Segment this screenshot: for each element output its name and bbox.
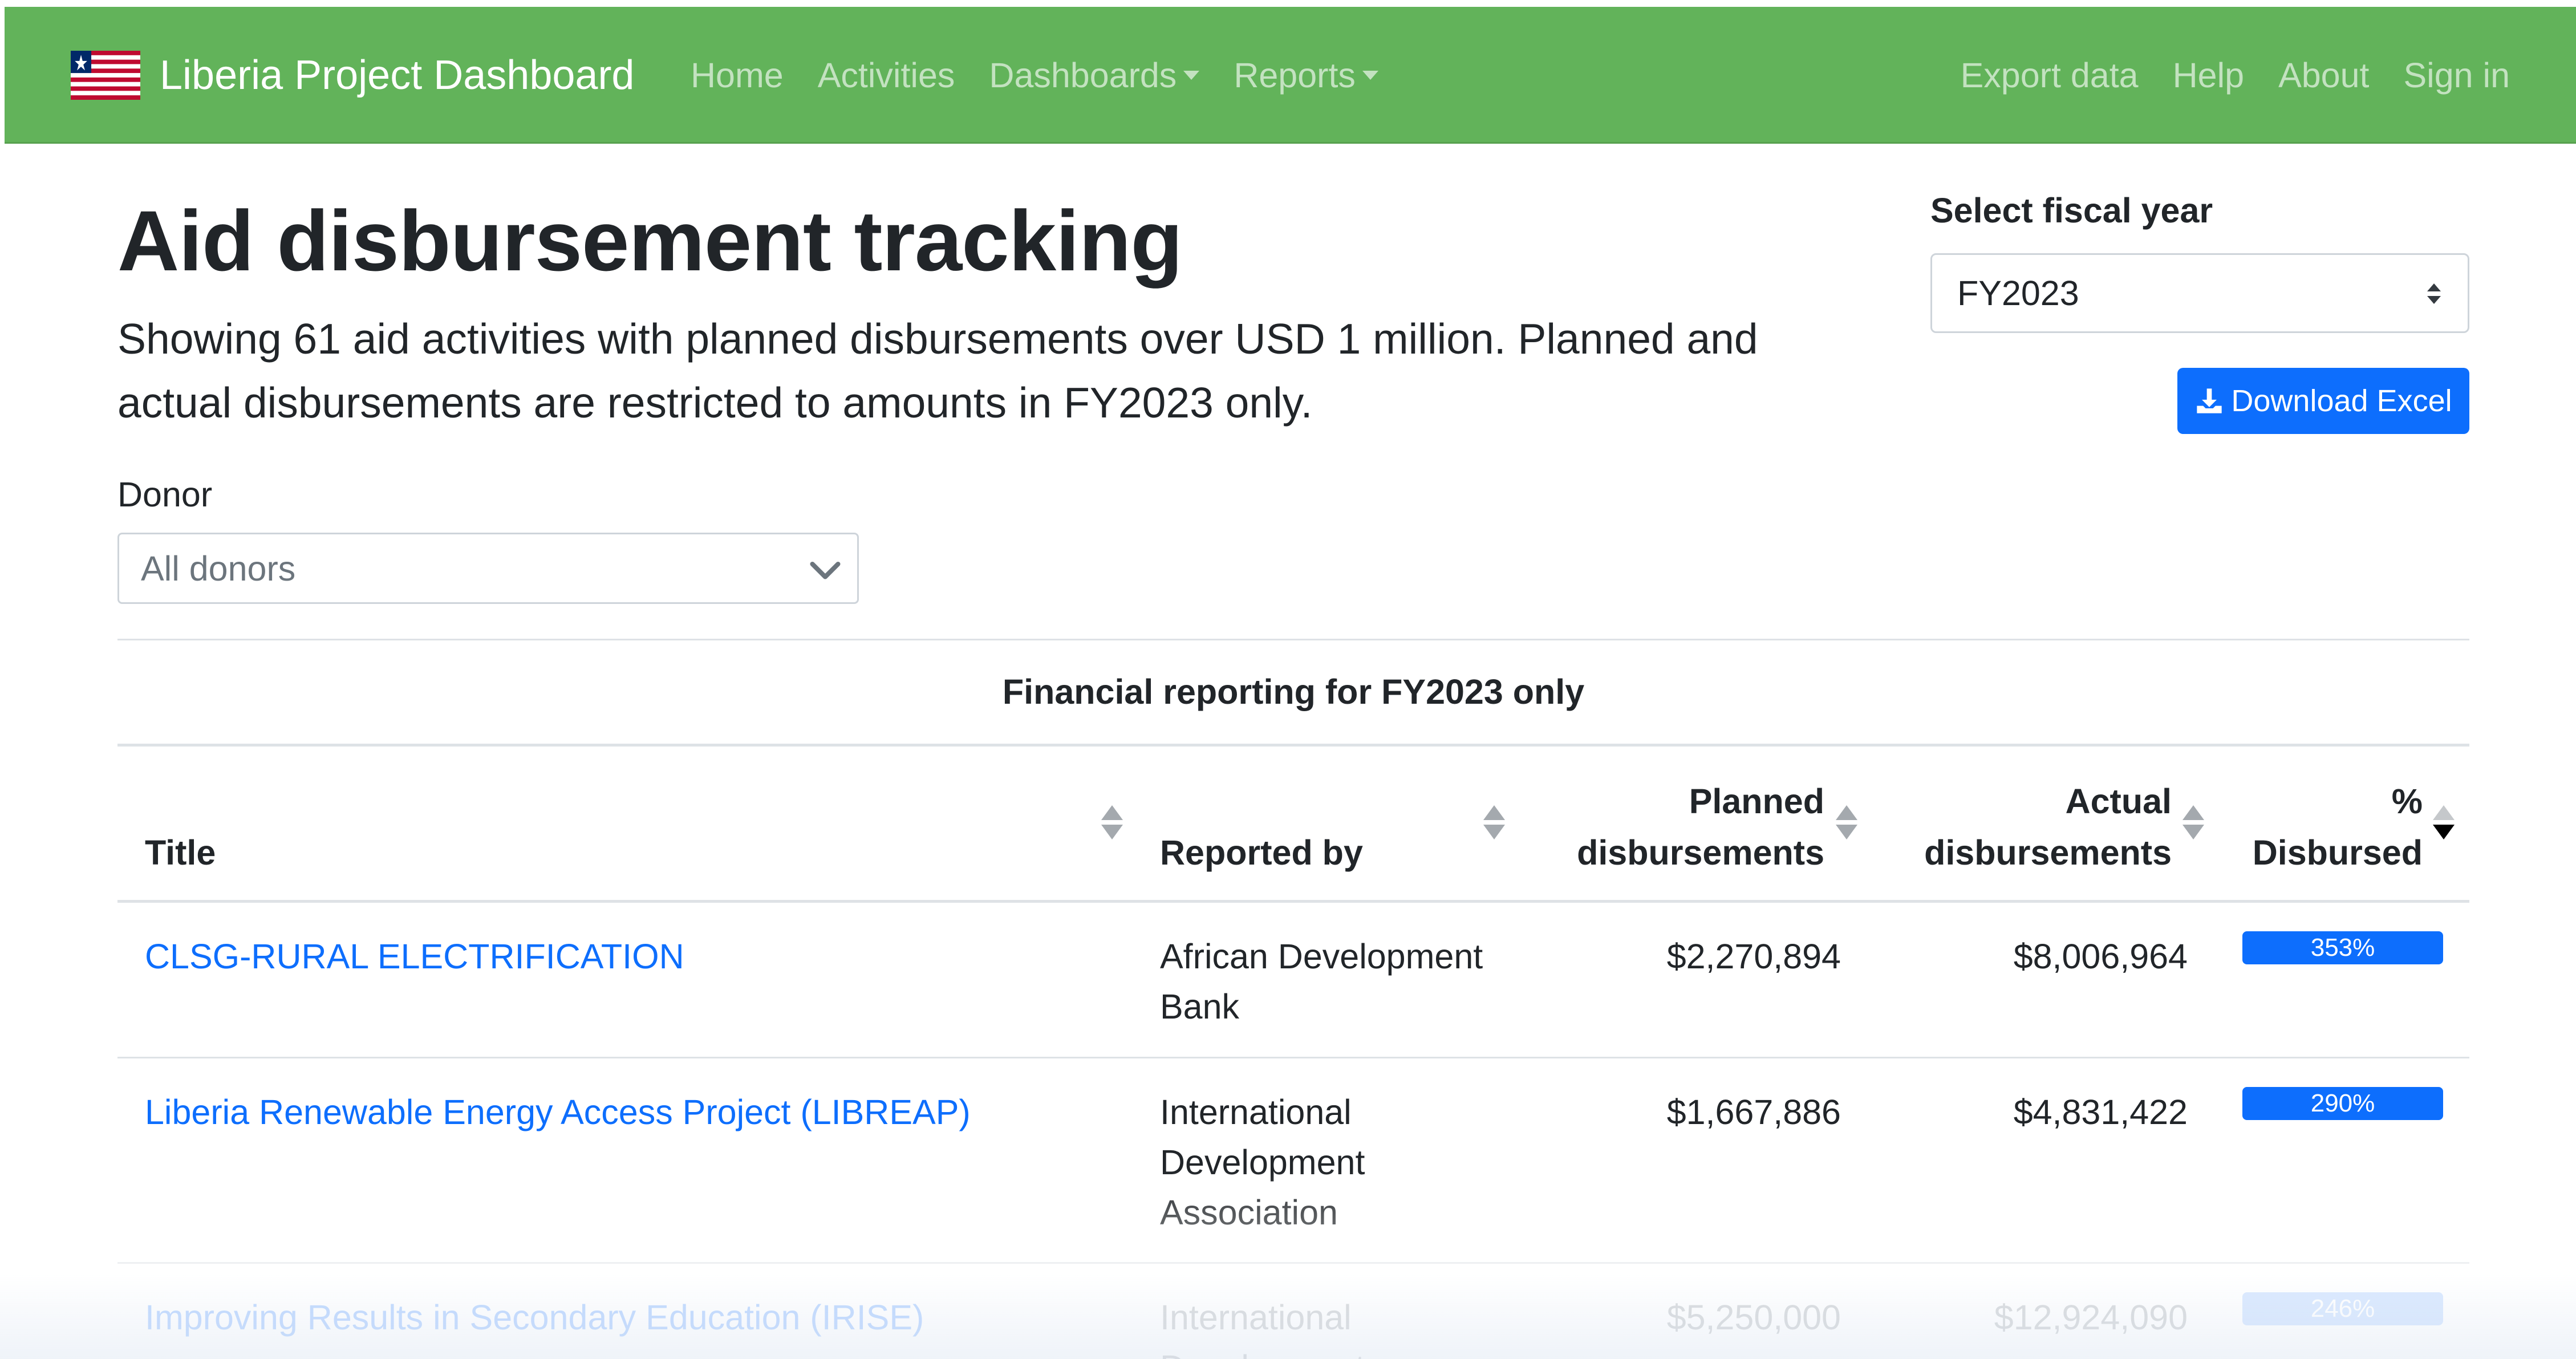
donor-label: Donor [117,475,213,514]
donor-select[interactable]: All donors [117,533,859,604]
caret-down-icon [1362,71,1378,80]
nav-home-label: Home [691,56,784,95]
page-description: Showing 61 aid activities with planned d… [117,315,1758,427]
activity-title-link[interactable]: Improving Results in Secondary Education… [145,1292,924,1342]
column-title-label: Title [145,833,216,872]
nav-about[interactable]: About [2278,55,2369,95]
column-actual-label-line2: disbursements [1924,833,2172,872]
liberia-flag-icon [71,51,140,100]
actual-cell: $8,006,964 [2013,937,2188,976]
chevron-down-icon [810,562,841,579]
fiscal-year-value: FY2023 [1957,274,2079,313]
divider [117,639,2469,640]
table-row: Liberia Renewable Energy Access Project … [117,1058,2469,1264]
table-row: Improving Results in Secondary Education… [117,1264,2469,1359]
nav-secondary: Export data Help About Sign in [1961,7,2510,144]
pct-disbursed-label: 290% [2310,1089,2375,1117]
planned-cell: $1,667,886 [1666,1093,1841,1131]
sort-actual-icon[interactable] [2182,805,2204,841]
planned-cell: $5,250,000 [1666,1298,1841,1337]
nav-sign-in-label: Sign in [2403,56,2510,95]
nav-dashboards-label: Dashboards [989,56,1177,95]
table-caption: Financial reporting for FY2023 only [1002,672,1585,711]
column-header-title[interactable]: Title [145,827,216,878]
nav-sign-in[interactable]: Sign in [2403,55,2510,95]
table-row: CLSG-RURAL ELECTRIFICATION African Devel… [117,903,2469,1058]
nav-about-label: About [2278,56,2370,95]
nav-help-label: Help [2172,56,2245,95]
fiscal-year-label: Select fiscal year [1930,191,2213,230]
nav-activities-label: Activities [817,56,955,95]
planned-cell: $2,270,894 [1666,937,1841,976]
caret-down-icon [1183,71,1200,80]
brand-title: Liberia Project Dashboard [160,52,635,98]
column-header-planned[interactable]: Planned disbursements [1577,776,1824,878]
column-header-reported-by[interactable]: Reported by [1160,827,1363,878]
column-pct-label-line2: Disbursed [2252,833,2423,872]
donor-value: All donors [141,549,296,588]
activity-title-link[interactable]: CLSG-RURAL ELECTRIFICATION [145,931,684,981]
reported-by-cell: International Development Association [1160,1093,1365,1232]
column-reported-by-label: Reported by [1160,833,1363,872]
nav-activities[interactable]: Activities [818,55,955,95]
pct-disbursed-bar: 353% [2242,931,2443,964]
download-icon [2197,388,2222,413]
nav-export-data[interactable]: Export data [1961,55,2139,95]
nav-export-label: Export data [1960,56,2139,95]
column-header-actual[interactable]: Actual disbursements [1924,776,2172,878]
pct-disbursed-label: 353% [2310,934,2375,962]
divider [117,744,2469,747]
actual-cell: $12,924,090 [1994,1298,2188,1337]
nav-reports-label: Reports [1234,56,1356,95]
nav-main: Home Activities Dashboards Reports [691,7,1413,144]
column-header-pct-disbursed[interactable]: % Disbursed [2253,776,2423,878]
sort-pct-disbursed-icon[interactable] [2433,805,2455,841]
activity-title-link[interactable]: Liberia Renewable Energy Access Project … [145,1087,971,1137]
sort-title-icon[interactable] [1101,805,1123,841]
reported-by-cell: African Development Bank [1160,937,1483,1026]
reported-by-cell: International Development [1160,1298,1365,1359]
brand-link[interactable]: Liberia Project Dashboard [71,7,634,144]
nav-help[interactable]: Help [2173,55,2244,95]
nav-reports-dropdown[interactable]: Reports [1234,55,1378,95]
column-pct-label-line1: % [2391,782,2423,821]
sort-reported-by-icon[interactable] [1483,805,1505,841]
nav-dashboards-dropdown[interactable]: Dashboards [989,55,1200,95]
pct-disbursed-bar: 290% [2242,1087,2443,1120]
pct-disbursed-label: 246% [2310,1295,2375,1323]
column-planned-label-line1: Planned [1689,782,1824,821]
navbar: Liberia Project Dashboard Home Activitie… [5,7,2576,144]
select-arrows-icon [2425,283,2443,306]
download-excel-label: Download Excel [2231,384,2452,418]
download-excel-button[interactable]: Download Excel [2177,368,2469,434]
actual-cell: $4,831,422 [2013,1093,2188,1131]
fiscal-year-select[interactable]: FY2023 [1930,253,2469,333]
column-actual-label-line1: Actual [2065,782,2172,821]
column-planned-label-line2: disbursements [1577,833,1824,872]
sort-planned-icon[interactable] [1836,805,1857,841]
pct-disbursed-bar: 246% [2242,1292,2443,1325]
nav-home[interactable]: Home [691,55,784,95]
page-title: Aid disbursement tracking [117,193,1183,289]
